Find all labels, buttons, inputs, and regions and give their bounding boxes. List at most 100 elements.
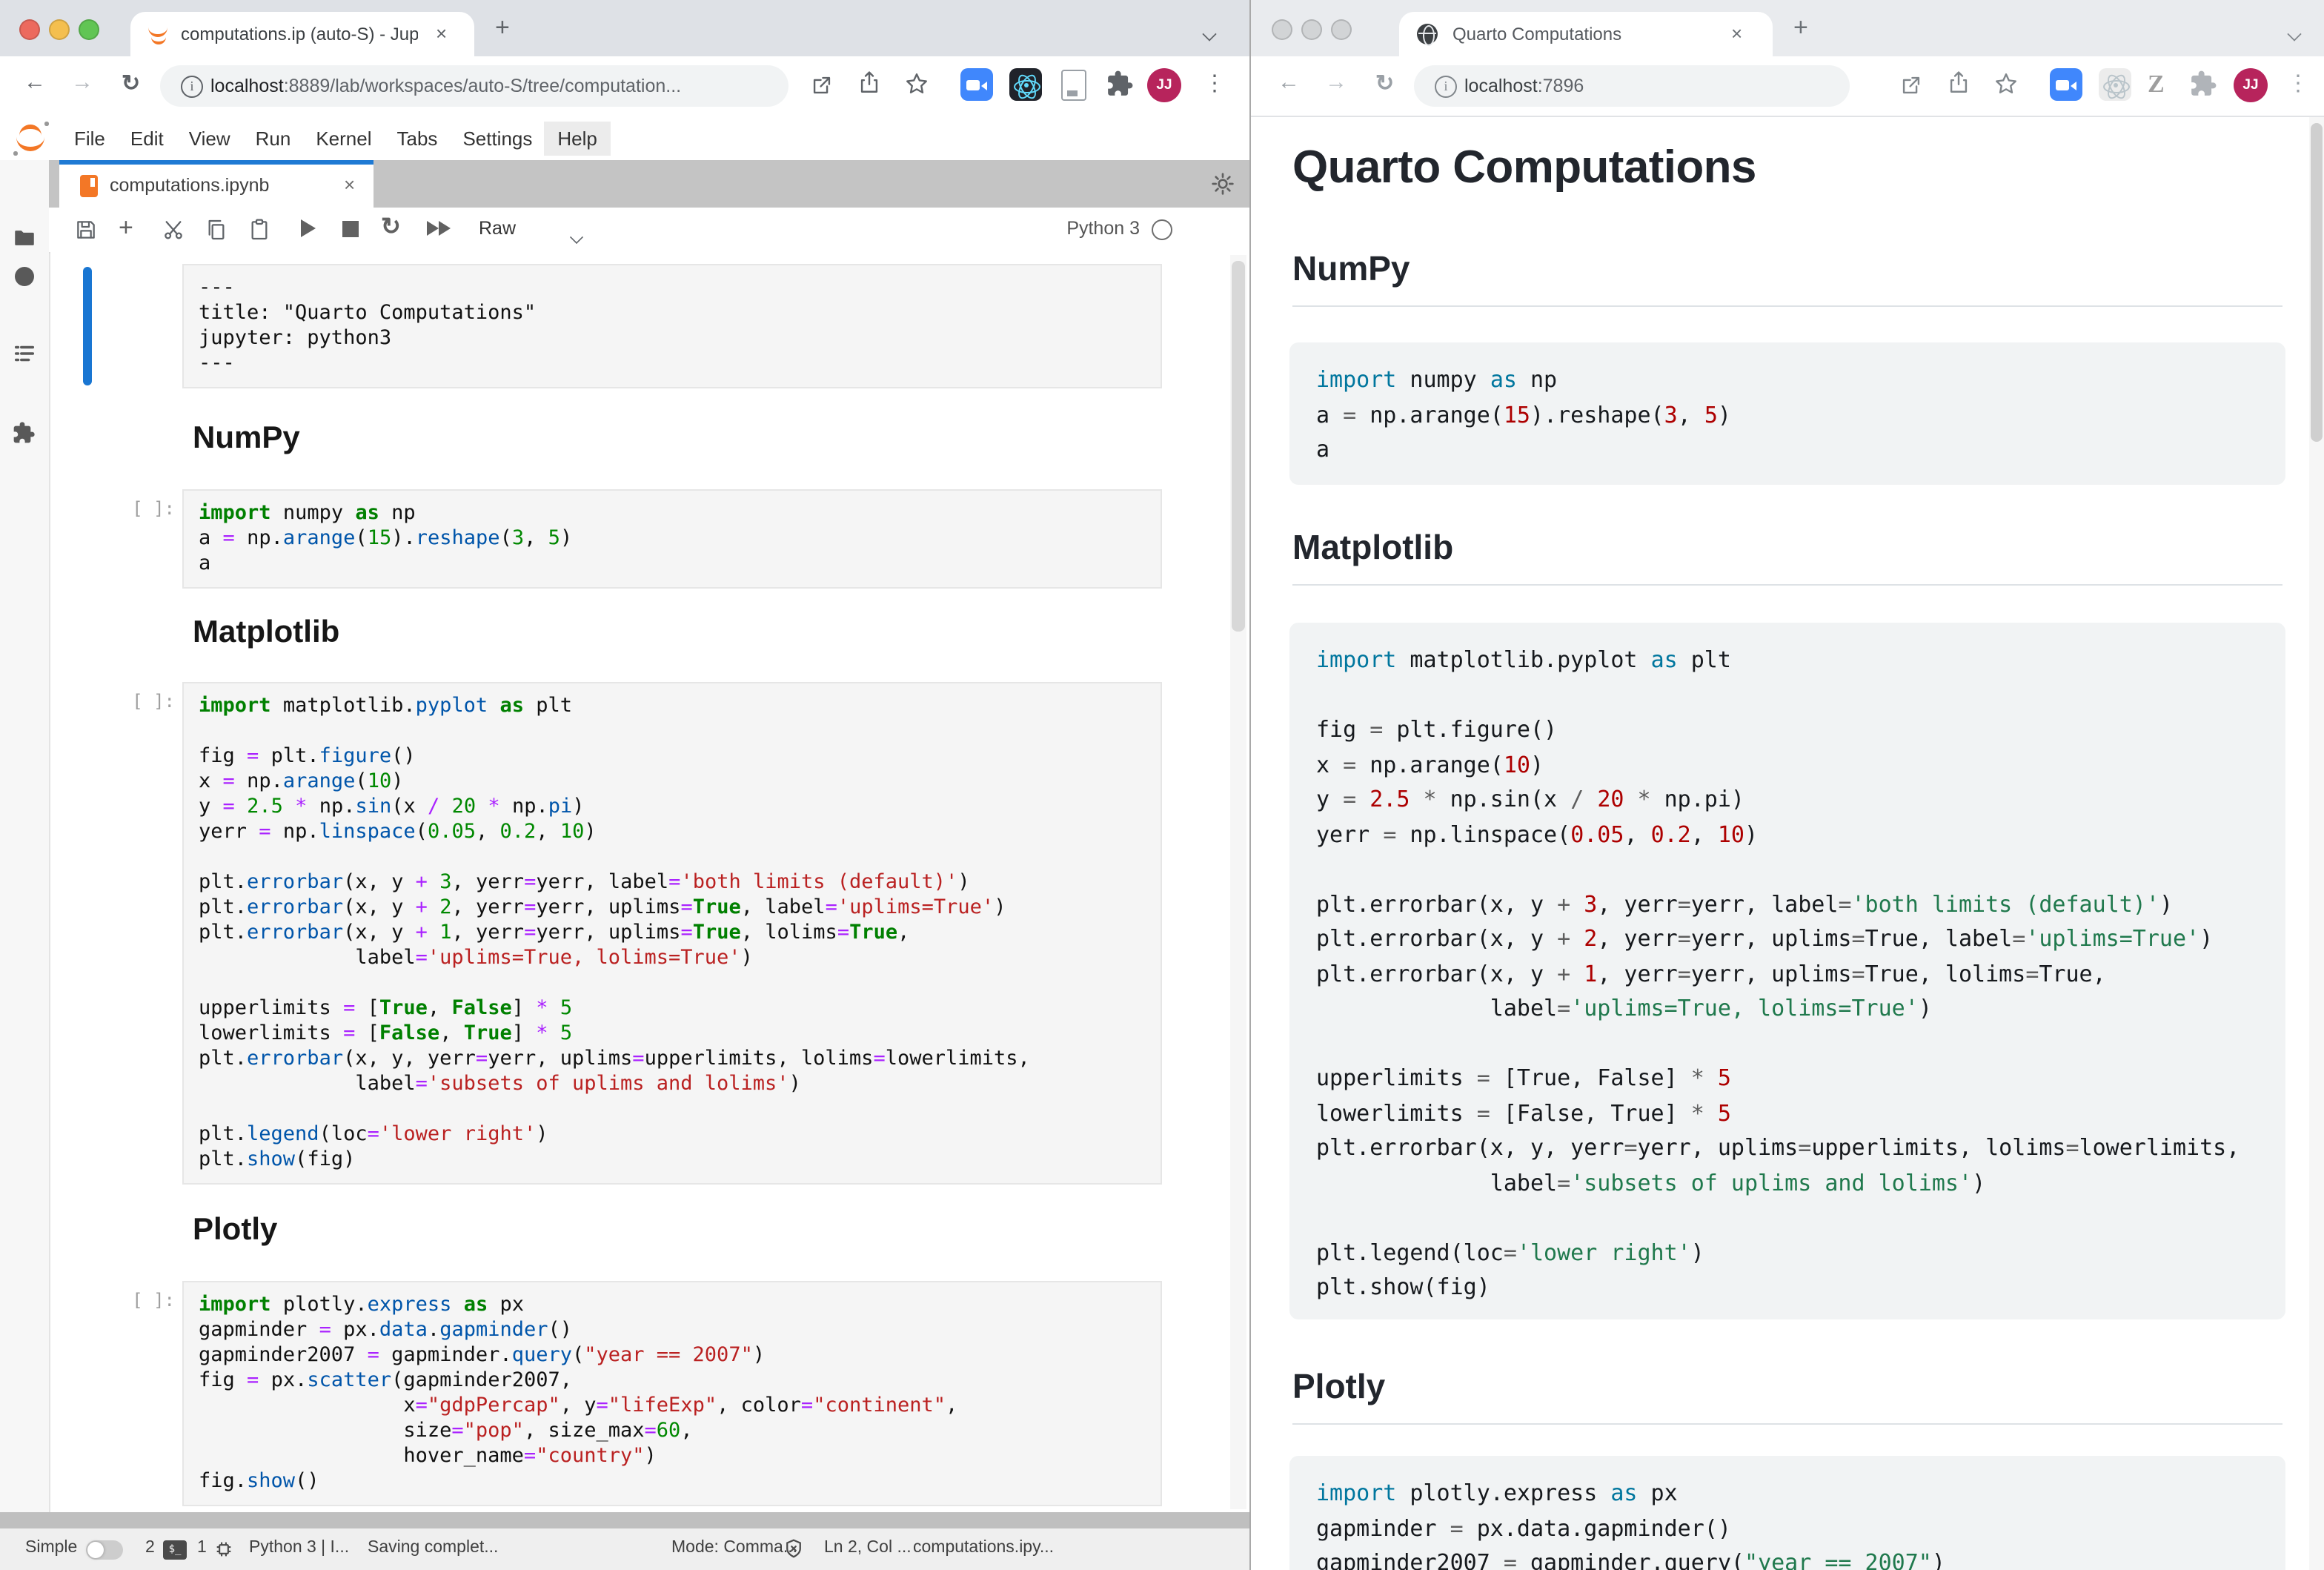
back-icon[interactable]: ← xyxy=(1278,70,1300,95)
extension-manager-icon[interactable] xyxy=(12,421,37,446)
restart-kernel-icon[interactable]: ↻ xyxy=(381,212,405,236)
react-devtools-extension-icon[interactable] xyxy=(2099,68,2131,101)
save-icon[interactable] xyxy=(74,218,98,242)
react-devtools-extension-icon[interactable] xyxy=(1009,68,1042,101)
page-scrollbar-thumb[interactable] xyxy=(2311,123,2323,442)
table-of-contents-icon[interactable] xyxy=(12,341,37,366)
code-line: x="gdpPercap", y="lifeExp", color="conti… xyxy=(199,1394,1146,1419)
menu-kernel[interactable]: Kernel xyxy=(316,121,371,155)
tab-search-chevron-icon[interactable] xyxy=(2288,21,2300,47)
numpy-cell-input[interactable]: import numpy as npa = np.arange(15).resh… xyxy=(182,489,1162,589)
open-in-new-icon[interactable] xyxy=(1899,73,1924,105)
tab-search-chevron-icon[interactable] xyxy=(1204,21,1215,47)
new-tab-button[interactable]: + xyxy=(1793,13,1808,43)
markdown-heading-matplotlib[interactable]: Matplotlib xyxy=(193,615,339,651)
running-kernels-icon[interactable] xyxy=(12,264,37,289)
menu-view[interactable]: View xyxy=(189,121,230,155)
cursor-position[interactable]: Ln 2, Col ... xyxy=(824,1539,912,1557)
new-tab-button[interactable]: + xyxy=(495,13,510,43)
reload-icon[interactable]: ↻ xyxy=(1375,70,1394,96)
paste-cells-icon[interactable] xyxy=(248,218,271,242)
page-title: Quarto Computations xyxy=(1292,141,1756,194)
jupyter-logo xyxy=(12,119,50,157)
back-icon[interactable]: ← xyxy=(24,70,46,95)
profile-avatar[interactable]: JJ xyxy=(1147,68,1181,102)
cell-type-chevron-icon[interactable] xyxy=(571,224,582,251)
menu-tabs[interactable]: Tabs xyxy=(397,121,438,155)
code-line: --- xyxy=(199,351,1146,377)
run-cell-icon[interactable] xyxy=(298,218,322,242)
matplotlib-cell-input[interactable]: import matplotlib.pyplot as plt fig = pl… xyxy=(182,682,1162,1185)
forward-icon[interactable]: → xyxy=(1325,70,1347,95)
z-extension-icon[interactable]: Z xyxy=(2148,70,2165,99)
share-icon[interactable] xyxy=(1946,70,1971,102)
address-bar[interactable]: i localhost:8889/lab/workspaces/auto-S/t… xyxy=(160,65,788,107)
simple-mode-toggle[interactable] xyxy=(86,1540,123,1560)
bookmark-star-icon[interactable] xyxy=(1993,71,2019,104)
traffic-zoom-button[interactable] xyxy=(79,19,99,40)
browser-menu-dots-icon[interactable]: ⋮ xyxy=(1204,70,1226,96)
kernel-name[interactable]: Python 3 xyxy=(1066,218,1140,239)
terminals-count[interactable]: 2 xyxy=(145,1539,155,1557)
notebook-scrollbar[interactable] xyxy=(1230,255,1246,1509)
section-heading-numpy: NumPy xyxy=(1292,249,2282,307)
menu-help[interactable]: Help xyxy=(544,121,611,155)
plotly-code-block: import plotly.express as pxgapminder = p… xyxy=(1289,1456,2285,1570)
open-in-new-icon[interactable] xyxy=(809,73,834,105)
profile-avatar[interactable]: JJ xyxy=(2234,68,2268,102)
menu-settings[interactable]: Settings xyxy=(462,121,532,155)
traffic-close-button[interactable] xyxy=(19,19,40,40)
zoom-extension-icon[interactable] xyxy=(2050,68,2082,101)
browser-tabstrip: computations.ip (auto-S) - Jup × + xyxy=(0,0,1249,56)
code-line: yerr = np.linspace(0.05, 0.2, 10) xyxy=(199,820,1146,845)
traffic-minimize-button[interactable] xyxy=(49,19,70,40)
notebook-scrollbar-thumb[interactable] xyxy=(1232,261,1245,632)
site-info-icon[interactable]: i xyxy=(1435,76,1457,98)
browser-tab[interactable]: Quarto Computations × xyxy=(1399,12,1773,56)
property-inspector-gear-icon[interactable] xyxy=(1211,172,1235,203)
cut-cells-icon[interactable] xyxy=(162,218,185,242)
menu-edit[interactable]: Edit xyxy=(130,121,164,155)
plotly-cell-input[interactable]: import plotly.express as pxgapminder = p… xyxy=(182,1281,1162,1506)
notebook-tab[interactable]: computations.ipynb × xyxy=(59,160,374,208)
traffic-zoom-button[interactable] xyxy=(1331,19,1352,40)
bookmark-star-icon[interactable] xyxy=(904,71,929,104)
mode-indicator[interactable]: Mode: Comma... xyxy=(671,1539,797,1557)
kernels-count[interactable]: 1 xyxy=(197,1539,207,1557)
copy-cells-icon[interactable] xyxy=(205,218,228,242)
extensions-puzzle-icon[interactable] xyxy=(2189,70,2217,105)
share-icon[interactable] xyxy=(857,70,882,102)
notebook-tab-close-icon[interactable]: × xyxy=(344,173,355,196)
markdown-heading-plotly[interactable]: Plotly xyxy=(193,1213,277,1248)
cell-type-dropdown[interactable]: Raw xyxy=(479,218,516,239)
interrupt-kernel-icon[interactable] xyxy=(339,218,363,242)
quarto-browser-window: Quarto Computations × + ← → ↻ i localhos… xyxy=(1251,0,2324,1570)
restart-run-all-icon[interactable] xyxy=(427,218,451,242)
page-scrollbar[interactable] xyxy=(2309,117,2324,1570)
raw-cell-input[interactable]: ---title: "Quarto Computations"jupyter: … xyxy=(182,264,1162,388)
zoom-extension-icon[interactable] xyxy=(960,68,993,101)
tab-close-icon[interactable]: × xyxy=(1731,22,1742,44)
markdown-heading-numpy[interactable]: NumPy xyxy=(193,421,300,457)
extensions-puzzle-icon[interactable] xyxy=(1106,70,1134,105)
kernel-status-text[interactable]: Python 3 | I... xyxy=(249,1539,349,1557)
kernel-status-icon[interactable] xyxy=(1152,219,1172,240)
forward-icon[interactable]: → xyxy=(71,70,93,95)
menu-file[interactable]: File xyxy=(74,121,105,155)
menu-run[interactable]: Run xyxy=(256,121,291,155)
code-line: label='uplims=True, lolims=True') xyxy=(199,946,1146,971)
add-cell-icon[interactable]: + xyxy=(119,213,142,237)
code-line: label='subsets of uplims and lolims') xyxy=(1316,1166,2259,1201)
code-line: gapminder2007 = gapminder.query("year ==… xyxy=(199,1343,1146,1368)
reload-icon[interactable]: ↻ xyxy=(122,70,140,96)
traffic-close-button[interactable] xyxy=(1272,19,1292,40)
document-extension-icon[interactable] xyxy=(1061,70,1086,101)
file-browser-icon[interactable] xyxy=(12,225,37,251)
address-bar[interactable]: i localhost:7896 xyxy=(1414,65,1850,107)
traffic-minimize-button[interactable] xyxy=(1301,19,1322,40)
site-info-icon[interactable]: i xyxy=(181,76,203,98)
tab-close-icon[interactable]: × xyxy=(436,22,447,44)
active-cell-indicator[interactable] xyxy=(83,267,92,385)
browser-tab[interactable]: computations.ip (auto-S) - Jup × xyxy=(130,12,474,56)
browser-menu-dots-icon[interactable]: ⋮ xyxy=(2287,70,2309,96)
